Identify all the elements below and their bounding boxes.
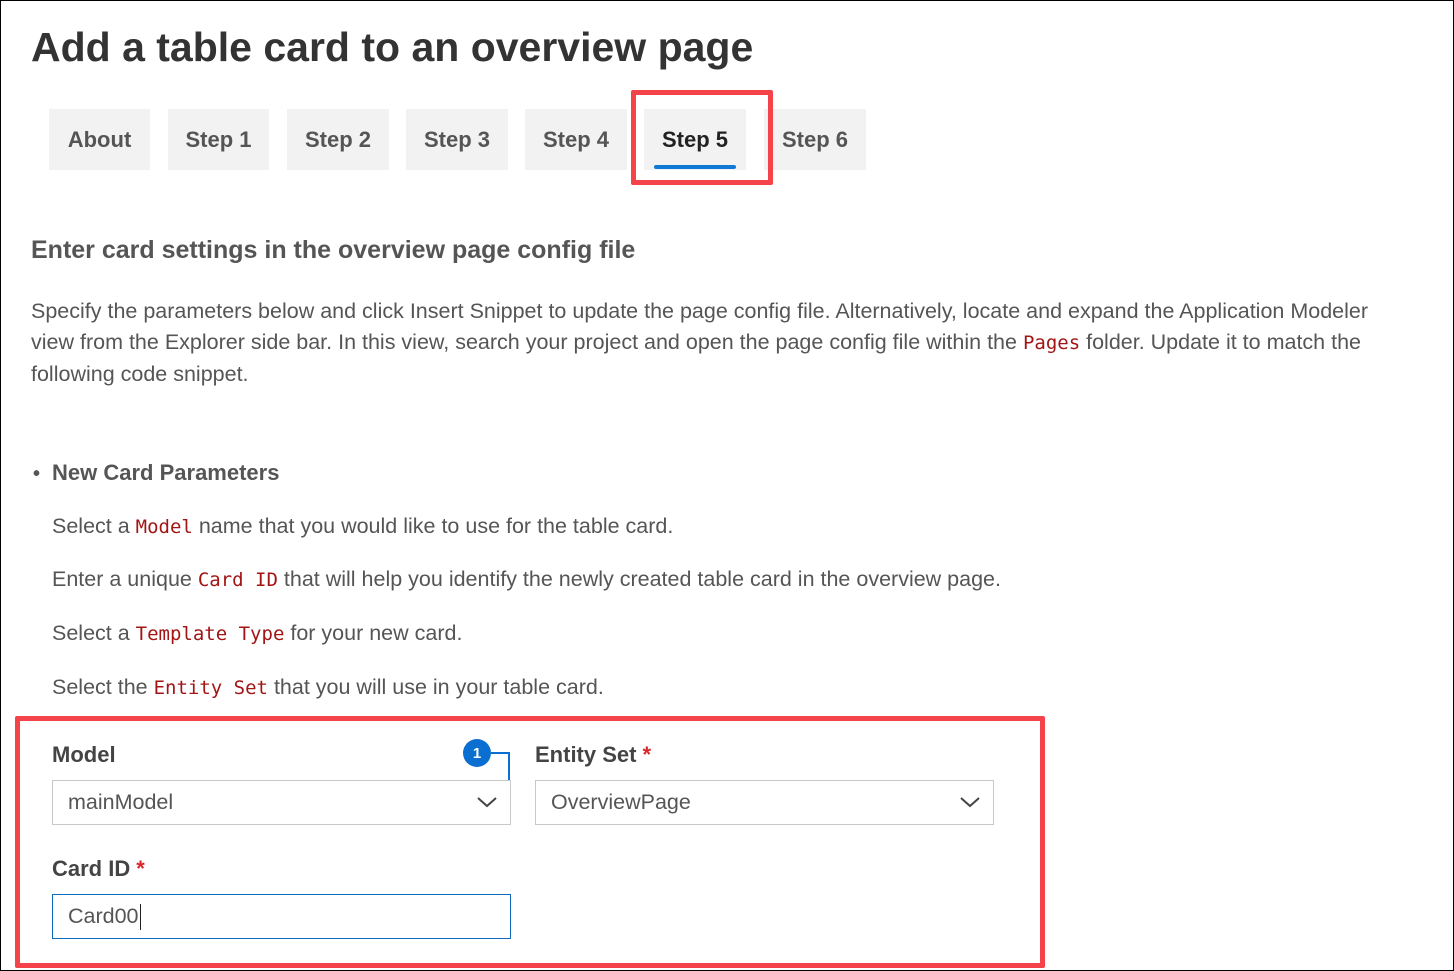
chevron-down-icon — [477, 797, 497, 808]
tab-step-6[interactable]: Step 6 — [764, 109, 866, 170]
tab-label: About — [67, 126, 132, 152]
card-id-value: Card00 — [68, 904, 139, 928]
step-badge: 1 — [463, 739, 491, 767]
tab-step-4[interactable]: Step 4 — [525, 109, 627, 170]
bullet-icon: • — [33, 463, 41, 485]
badge-number: 1 — [472, 744, 482, 762]
card-id-input[interactable]: Card00 — [52, 894, 511, 939]
active-tab-indicator — [654, 165, 736, 169]
tab-step-2[interactable]: Step 2 — [287, 109, 389, 170]
instruction-text: name that you would like to use for the … — [192, 514, 674, 538]
model-label: Model — [52, 742, 116, 768]
pages-code: Pages — [1022, 332, 1081, 354]
card-id-label: Card ID * — [52, 856, 145, 882]
instruction-text: Select a — [52, 621, 136, 645]
section-heading: Enter card settings in the overview page… — [31, 236, 636, 264]
tab-label: Step 1 — [185, 126, 252, 152]
section-description: Specify the parameters below and click I… — [31, 296, 1411, 390]
model-value: mainModel — [68, 790, 174, 814]
required-mark: * — [136, 856, 145, 881]
tab-label: Step 6 — [781, 126, 849, 152]
label-text: Model — [52, 742, 116, 767]
required-mark: * — [642, 742, 652, 767]
model-select[interactable]: mainModel — [52, 780, 511, 825]
cardid-instruction: Enter a unique Card ID that will help yo… — [52, 567, 1001, 592]
tab-label: Step 4 — [542, 126, 610, 152]
entity-set-select[interactable]: OverviewPage — [535, 780, 994, 825]
template-code: Template Type — [135, 623, 285, 645]
label-text: Entity Set — [535, 742, 637, 767]
instruction-text: for your new card. — [284, 621, 463, 645]
instruction-text: Enter a unique — [52, 567, 198, 591]
tab-step-3[interactable]: Step 3 — [406, 109, 508, 170]
chevron-down-icon — [960, 797, 980, 808]
instruction-text: Select the — [52, 675, 154, 699]
tab-label: Step 5 — [661, 126, 729, 152]
entity-code: Entity Set — [153, 677, 268, 699]
tab-step-1[interactable]: Step 1 — [168, 109, 269, 170]
template-instruction: Select a Template Type for your new card… — [52, 621, 462, 646]
tab-step-5[interactable]: Step 5 — [644, 109, 746, 170]
parameters-bullet: • New Card Parameters — [33, 460, 279, 486]
tab-label: Step 2 — [304, 126, 372, 152]
model-instruction: Select a Model name that you would like … — [52, 514, 673, 539]
label-text: Card ID — [52, 856, 131, 881]
cardid-code: Card ID — [197, 569, 278, 591]
badge-connector — [491, 752, 510, 780]
instruction-text: that will help you identify the newly cr… — [277, 567, 1001, 591]
page-title: Add a table card to an overview page — [31, 24, 754, 70]
instruction-text: Select a — [52, 514, 136, 538]
model-code: Model — [135, 516, 193, 538]
text-cursor — [139, 903, 141, 930]
entity-set-value: OverviewPage — [551, 790, 691, 814]
entity-instruction: Select the Entity Set that you will use … — [52, 675, 604, 700]
entity-set-label: Entity Set * — [535, 742, 651, 768]
bullet-title: New Card Parameters — [52, 460, 280, 485]
tab-about[interactable]: About — [49, 109, 150, 170]
tab-label: Step 3 — [423, 126, 491, 152]
instruction-text: that you will use in your table card. — [267, 675, 604, 699]
